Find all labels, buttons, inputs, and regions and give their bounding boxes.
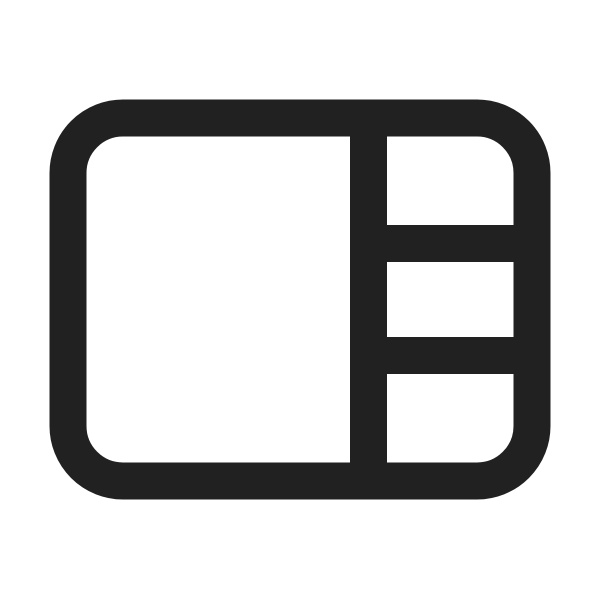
outer-frame	[49, 99, 551, 500]
icon-canvas	[0, 0, 600, 600]
lower-horizontal-divider	[368, 337, 532, 374]
panel-layout-icon	[49, 99, 551, 500]
vertical-divider	[350, 118, 387, 481]
upper-horizontal-divider	[368, 225, 532, 262]
